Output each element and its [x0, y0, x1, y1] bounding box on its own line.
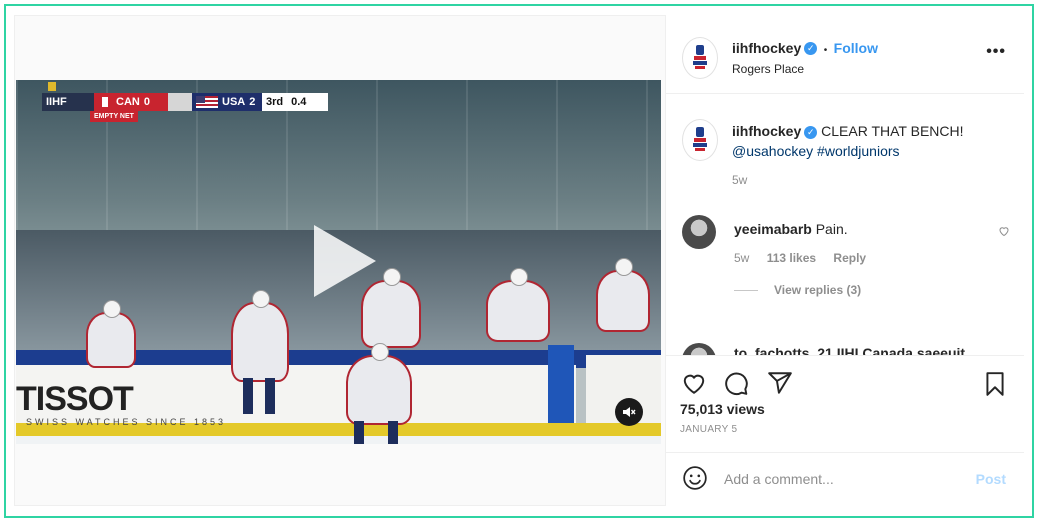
sponsor-logo: TISSOT	[16, 380, 134, 418]
player-figure	[231, 290, 289, 414]
header-text: iihfhockey ✓ • Follow Rogers Place	[732, 40, 878, 76]
avatar[interactable]	[682, 119, 718, 161]
commenter-avatar[interactable]	[682, 343, 716, 355]
post-comment-button[interactable]: Post	[976, 471, 1006, 487]
caption-username[interactable]: iihfhockey	[732, 123, 801, 139]
comment: yeeimabarb Pain. 5w 113 likes Reply View…	[734, 219, 994, 297]
action-bar: 75,013 views JANUARY 5	[666, 355, 1024, 444]
caption-text: CLEAR THAT BENCH!	[821, 123, 964, 139]
team2-name: USA	[222, 96, 246, 108]
bookmark-icon[interactable]	[982, 370, 1008, 398]
team1-name: CAN	[116, 96, 140, 108]
speaker-muted-icon	[623, 407, 636, 417]
iihf-logo-icon	[692, 45, 708, 71]
video-ice	[16, 436, 661, 444]
empty-net-badge: EMPTY NET	[90, 111, 138, 122]
comment-like-icon[interactable]	[998, 225, 1010, 237]
post-sidebar: iihfhockey ✓ • Follow Rogers Place ••• ii…	[665, 15, 1024, 506]
sponsor-tagline: SWISS WATCHES SINCE 1853	[26, 417, 227, 427]
iihf-logo-icon	[692, 127, 708, 153]
play-icon[interactable]	[314, 225, 376, 297]
scoreboard: IIHF CAN 0 USA 2 3rd 0.4	[42, 93, 328, 111]
player-figure	[346, 343, 412, 444]
emoji-icon[interactable]	[682, 465, 708, 491]
player-figure	[486, 268, 550, 342]
comment-likes[interactable]: 113 likes	[767, 251, 816, 265]
verified-badge-icon: ✓	[804, 125, 818, 139]
view-count[interactable]: 75,013 views	[680, 401, 765, 417]
broadcast-tag	[48, 82, 56, 91]
share-icon[interactable]	[766, 370, 794, 396]
player-figure	[86, 300, 136, 368]
comment-input[interactable]: Add a comment...	[724, 471, 834, 487]
canada-flag-icon	[98, 97, 112, 107]
usa-flag-icon	[196, 96, 218, 108]
reply-button[interactable]: Reply	[833, 251, 866, 265]
verified-badge-icon: ✓	[804, 42, 818, 56]
comment-username[interactable]: yeeimabarb	[734, 221, 812, 237]
team1-score: 0	[143, 96, 150, 108]
video-player[interactable]: TISSOT SWISS WATCHES SINCE 1853 IIHF CAN…	[16, 80, 661, 444]
replies-line	[734, 290, 758, 292]
period-label: 3rd	[266, 96, 284, 108]
like-icon[interactable]	[680, 370, 708, 396]
scoreboard-league: IIHF	[42, 93, 94, 111]
follow-button[interactable]: Follow	[834, 40, 878, 56]
comment-composer: Add a comment... Post	[666, 452, 1024, 507]
team2-score: 2	[249, 96, 256, 108]
separator-dot: •	[823, 45, 828, 56]
username-link[interactable]: iihfhockey	[732, 40, 801, 56]
comments-list[interactable]: iihfhockey ✓ CLEAR THAT BENCH! @usahockey…	[666, 93, 1024, 355]
post-date: JANUARY 5	[680, 424, 738, 435]
commenter-avatar[interactable]	[682, 215, 716, 249]
location-link[interactable]: Rogers Place	[732, 62, 878, 76]
caption: iihfhockey ✓ CLEAR THAT BENCH! @usahockey…	[732, 121, 1012, 187]
player-figure	[596, 258, 650, 332]
view-replies-label: View replies (3)	[774, 283, 862, 297]
partial-comment: to_fachotts_21 IIHI Canada saeeuit	[734, 345, 966, 355]
scoreboard-divider	[168, 93, 192, 111]
scoreboard-period: 3rd 0.4	[262, 93, 328, 111]
comment-icon[interactable]	[722, 370, 750, 396]
game-clock: 0.4	[291, 96, 307, 108]
more-options-button[interactable]: •••	[986, 43, 1006, 61]
scoreboard-team1: CAN 0	[94, 93, 168, 111]
comment-text: Pain.	[815, 221, 848, 237]
mute-button[interactable]	[615, 398, 643, 426]
hashtag-link[interactable]: #worldjuniors	[817, 143, 899, 159]
mention-link[interactable]: @usahockey	[732, 143, 813, 159]
comment-age: 5w	[734, 251, 750, 265]
scoreboard-team2: USA 2	[192, 93, 262, 111]
avatar[interactable]	[682, 37, 718, 79]
caption-age: 5w	[732, 173, 748, 187]
view-replies-button[interactable]: View replies (3)	[734, 283, 994, 297]
post-header: iihfhockey ✓ • Follow Rogers Place •••	[666, 15, 1024, 94]
